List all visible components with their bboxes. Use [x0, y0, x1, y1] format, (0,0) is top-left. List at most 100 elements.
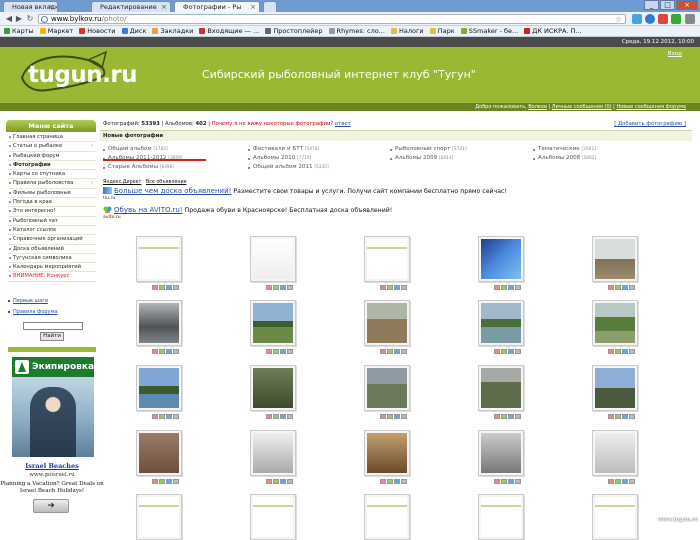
- comment-icon[interactable]: [401, 479, 407, 484]
- rate-down-icon[interactable]: [494, 285, 500, 290]
- forward-icon[interactable]: ▶: [14, 14, 24, 24]
- photo-thumbnail[interactable]: [478, 494, 524, 540]
- rate-down-icon[interactable]: [266, 349, 272, 354]
- info-icon[interactable]: [166, 479, 172, 484]
- sidebar-item[interactable]: Фильмы рыболовные: [8, 189, 96, 198]
- sidebar-item[interactable]: Главная страница: [8, 133, 96, 142]
- info-icon[interactable]: [508, 285, 514, 290]
- rate-up-icon[interactable]: [615, 349, 621, 354]
- sidebar-item[interactable]: Каталог ссылок: [8, 226, 96, 235]
- comment-icon[interactable]: [629, 479, 635, 484]
- comment-icon[interactable]: [173, 285, 179, 290]
- close-icon[interactable]: ×: [250, 2, 256, 12]
- search-input[interactable]: [23, 322, 83, 330]
- photo-thumbnail[interactable]: [250, 494, 296, 540]
- close-icon[interactable]: ×: [48, 2, 54, 12]
- rate-up-icon[interactable]: [501, 285, 507, 290]
- bookmark-item[interactable]: Простоплейер: [265, 26, 322, 37]
- photo-thumbnail[interactable]: [136, 430, 182, 476]
- rate-up-icon[interactable]: [387, 414, 393, 419]
- photo-thumbnail[interactable]: [478, 300, 524, 346]
- mail-icon[interactable]: [658, 14, 668, 24]
- album-link[interactable]: Альбомы 2008 [5062]: [533, 155, 596, 161]
- rate-up-icon[interactable]: [159, 414, 165, 419]
- photo-thumbnail[interactable]: [250, 430, 296, 476]
- sidebar-item[interactable]: Фотографии: [8, 161, 96, 170]
- rate-down-icon[interactable]: [380, 349, 386, 354]
- comment-icon[interactable]: [173, 479, 179, 484]
- close-icon[interactable]: ×: [161, 2, 167, 12]
- album-link[interactable]: Общий альбом [1742]: [103, 146, 168, 152]
- comment-icon[interactable]: [629, 414, 635, 419]
- maximize-icon[interactable]: □: [660, 0, 675, 10]
- rate-down-icon[interactable]: [152, 479, 158, 484]
- sidebar-item[interactable]: Это интересно!: [8, 207, 96, 216]
- info-icon[interactable]: [394, 349, 400, 354]
- comment-icon[interactable]: [629, 285, 635, 290]
- rate-up-icon[interactable]: [387, 479, 393, 484]
- info-icon[interactable]: [394, 479, 400, 484]
- user-link[interactable]: Волков: [528, 104, 547, 110]
- comment-icon[interactable]: [287, 349, 293, 354]
- rate-up-icon[interactable]: [501, 479, 507, 484]
- photo-thumbnail[interactable]: [478, 430, 524, 476]
- photo-thumbnail[interactable]: [592, 236, 638, 282]
- rate-down-icon[interactable]: [380, 414, 386, 419]
- israel-ad-button[interactable]: ➜: [33, 499, 69, 513]
- bookmark-item[interactable]: Маркет: [40, 26, 73, 37]
- equipment-ad[interactable]: Экипировка: [12, 357, 94, 457]
- album-link[interactable]: Фестивали и БТТ [5474]: [248, 146, 319, 152]
- bookmark-item[interactable]: Диск: [122, 26, 147, 37]
- photo-thumbnail[interactable]: [592, 430, 638, 476]
- photo-thumbnail[interactable]: [136, 494, 182, 540]
- all-ads-link[interactable]: Все объявления: [146, 180, 187, 185]
- rate-down-icon[interactable]: [266, 285, 272, 290]
- minimize-icon[interactable]: _: [644, 0, 659, 10]
- forum-new-link[interactable]: Новые сообщения форума: [616, 104, 686, 110]
- photo-thumbnail[interactable]: [478, 236, 524, 282]
- comment-icon[interactable]: [173, 414, 179, 419]
- info-icon[interactable]: [280, 479, 286, 484]
- album-link[interactable]: Общий альбом 2011 [5335]: [248, 164, 329, 170]
- photo-thumbnail[interactable]: [250, 365, 296, 411]
- info-icon[interactable]: [508, 479, 514, 484]
- photo-thumbnail[interactable]: [136, 365, 182, 411]
- rate-down-icon[interactable]: [608, 414, 614, 419]
- star-icon[interactable]: ☆: [615, 15, 622, 24]
- album-link[interactable]: Альбомы 2010 [7719]: [248, 155, 311, 161]
- rate-down-icon[interactable]: [266, 414, 272, 419]
- search-button[interactable]: Найти: [40, 332, 64, 341]
- album-link[interactable]: Тематические [2562]: [533, 146, 596, 152]
- photo-thumbnail[interactable]: [250, 300, 296, 346]
- rate-down-icon[interactable]: [266, 479, 272, 484]
- add-photo-link[interactable]: [ Добавить фотографию ]: [614, 121, 686, 127]
- sidebar-item[interactable]: Календарь мероприятий: [8, 263, 96, 272]
- bookmark-item[interactable]: Налоги: [391, 26, 424, 37]
- tab-add[interactable]: [263, 1, 277, 12]
- rate-up-icon[interactable]: [159, 479, 165, 484]
- bookmark-item[interactable]: Закладки: [152, 26, 193, 37]
- bookmark-item[interactable]: SSmaker - бе...: [461, 26, 518, 37]
- rate-down-icon[interactable]: [608, 349, 614, 354]
- rate-up-icon[interactable]: [273, 414, 279, 419]
- rate-up-icon[interactable]: [501, 349, 507, 354]
- rate-down-icon[interactable]: [494, 349, 500, 354]
- bookmark-item[interactable]: Карты: [4, 26, 34, 37]
- sidebar-item[interactable]: Статьи о рыбалке: [8, 142, 96, 151]
- photo-thumbnail[interactable]: [364, 494, 410, 540]
- rate-down-icon[interactable]: [152, 349, 158, 354]
- photo-thumbnail[interactable]: [592, 300, 638, 346]
- bookmark-item[interactable]: Rhymes: сло...: [329, 26, 385, 37]
- rate-up-icon[interactable]: [159, 285, 165, 290]
- rate-up-icon[interactable]: [273, 285, 279, 290]
- info-icon[interactable]: [166, 285, 172, 290]
- photo-thumbnail[interactable]: [592, 365, 638, 411]
- info-icon[interactable]: [394, 285, 400, 290]
- site-logo[interactable]: tugun.ru: [28, 62, 137, 88]
- photo-thumbnail[interactable]: [364, 300, 410, 346]
- photo-thumbnail[interactable]: [592, 494, 638, 540]
- rate-up-icon[interactable]: [159, 349, 165, 354]
- answer-link[interactable]: ответ: [335, 121, 351, 127]
- comment-icon[interactable]: [515, 285, 521, 290]
- rate-down-icon[interactable]: [152, 285, 158, 290]
